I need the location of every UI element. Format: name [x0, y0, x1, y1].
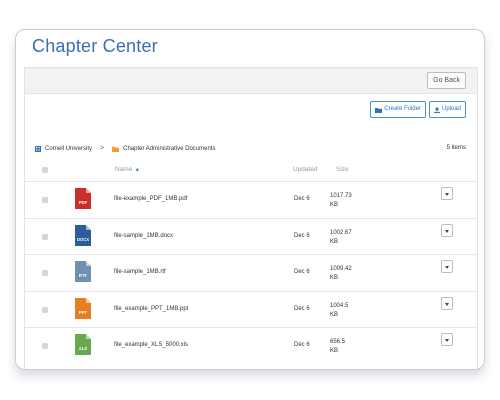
file-size: 1004.5 KB: [330, 302, 360, 320]
file-name[interactable]: file-sample_1MB.rtf: [114, 269, 166, 275]
file-name[interactable]: file_example_PPT_1MB.ppt: [114, 306, 188, 312]
folder-icon: [375, 107, 383, 113]
building-icon: [35, 145, 41, 152]
row-checkbox[interactable]: [42, 270, 48, 276]
file-size-unit: KB: [330, 239, 339, 245]
file-updated: Dec 6: [294, 342, 310, 348]
table-row[interactable]: XLS file_example_XLS_5000.xls Dec 6 656.…: [25, 327, 477, 364]
column-size-header[interactable]: Size: [336, 166, 349, 173]
file-type-icon: DOCX: [75, 225, 91, 246]
table-row[interactable]: PDF file-example_PDF_1MB.pdf Dec 6 1017.…: [25, 181, 477, 218]
file-size: 1009.42 KB: [330, 265, 360, 283]
file-updated: Dec 6: [294, 306, 310, 312]
row-checkbox[interactable]: [42, 307, 48, 313]
row-actions-dropdown[interactable]: [441, 260, 453, 273]
breadcrumb-root[interactable]: Cornell University: [45, 146, 92, 152]
table-row[interactable]: RTF file-sample_1MB.rtf Dec 6 1009.42 KB: [25, 254, 477, 291]
page-title: Chapter Center: [32, 36, 158, 56]
column-name-header[interactable]: Name ▲: [115, 166, 140, 173]
svg-text:PPT: PPT: [79, 310, 88, 315]
row-checkbox[interactable]: [42, 234, 48, 240]
row-actions-dropdown[interactable]: [441, 187, 453, 200]
file-type-icon: PDF: [75, 188, 91, 209]
file-name[interactable]: file-example_PDF_1MB.pdf: [114, 196, 187, 202]
row-checkbox[interactable]: [42, 343, 48, 349]
file-updated: Dec 6: [294, 233, 310, 239]
row-checkbox[interactable]: [42, 197, 48, 203]
table-row[interactable]: DOCX file-sample_1MB.docx Dec 6 1002.67 …: [25, 218, 477, 255]
file-size: 656.5 KB: [330, 338, 360, 356]
upload-icon: [433, 106, 440, 113]
upload-label: Upload: [441, 106, 461, 112]
breadcrumb-separator: >: [100, 145, 105, 152]
file-type-icon: RTF: [75, 261, 91, 282]
svg-text:PDF: PDF: [79, 200, 88, 205]
svg-text:XLS: XLS: [79, 346, 87, 351]
svg-text:DOCX: DOCX: [77, 237, 89, 242]
file-size-value: 1004.5: [330, 303, 349, 309]
row-actions-dropdown[interactable]: [441, 333, 453, 346]
column-updated-header[interactable]: Updated: [293, 166, 318, 173]
file-size-unit: KB: [330, 348, 339, 354]
column-name-label: Name: [115, 166, 133, 173]
file-type-icon: XLS: [75, 334, 91, 355]
svg-text:RTF: RTF: [79, 273, 88, 278]
upload-button[interactable]: Upload: [428, 101, 466, 118]
chapter-center-card: Chapter Center Go Back Create Folder Upl…: [15, 29, 485, 370]
file-size-value: 1002.67: [330, 230, 352, 236]
row-actions-dropdown[interactable]: [441, 297, 453, 310]
create-folder-button[interactable]: Create Folder: [370, 101, 426, 118]
sort-up-icon: ▲: [134, 167, 141, 173]
file-updated: Dec 6: [294, 269, 310, 275]
item-count: 5 items: [446, 145, 466, 151]
file-size-unit: KB: [330, 275, 339, 281]
breadcrumb: Cornell University > Chapter Administrat…: [35, 145, 215, 152]
file-size-value: 1009.42: [330, 266, 352, 272]
file-name[interactable]: file_example_XLS_5000.xls: [114, 342, 188, 348]
action-buttons: Create Folder Upload: [370, 101, 466, 118]
file-name[interactable]: file-sample_1MB.docx: [114, 233, 173, 239]
table-row[interactable]: PPT file_example_PPT_1MB.ppt Dec 6 1004.…: [25, 291, 477, 328]
file-size-value: 656.5: [330, 339, 346, 345]
select-all-checkbox[interactable]: [42, 167, 48, 173]
file-size: 1002.67 KB: [330, 229, 360, 247]
row-actions-dropdown[interactable]: [441, 224, 453, 237]
file-size: 1017.73 KB: [330, 192, 360, 210]
table-header: Name ▲ Updated Size: [25, 163, 477, 177]
folder-icon: [112, 146, 120, 152]
file-browser-panel: Go Back Create Folder Upload Cornell Uni…: [24, 67, 478, 369]
file-size-unit: KB: [330, 312, 339, 318]
panel-header: Go Back: [25, 68, 477, 94]
file-size-value: 1017.73: [330, 193, 352, 199]
go-back-button[interactable]: Go Back: [427, 72, 466, 89]
file-size-unit: KB: [330, 202, 339, 208]
file-updated: Dec 6: [294, 196, 310, 202]
create-folder-label: Create Folder: [384, 106, 421, 112]
file-type-icon: PPT: [75, 298, 91, 319]
breadcrumb-current: Chapter Administrative Documents: [123, 145, 216, 152]
